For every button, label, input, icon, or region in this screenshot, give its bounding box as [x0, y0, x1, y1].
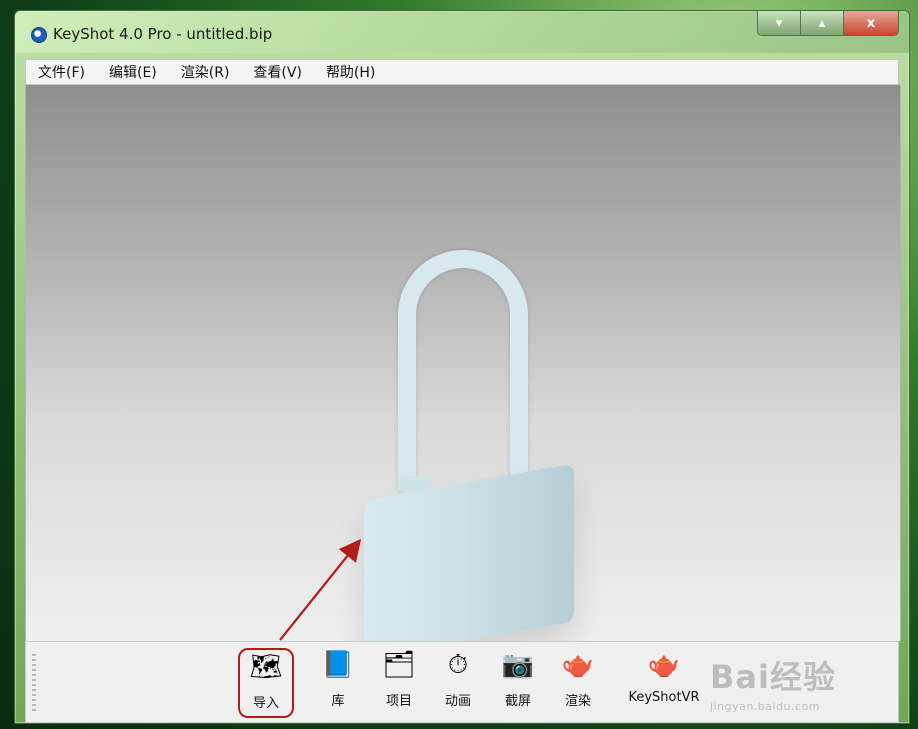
- toolbar-screenshot-label: 截屏: [504, 694, 531, 709]
- padlock-body: [364, 463, 574, 659]
- toolbar-library-button[interactable]: 📘 库: [310, 648, 366, 718]
- watermark-url-text: jingyan.baidu.com: [710, 700, 821, 713]
- app-window: KeyShot 4.0 Pro - untitled.bip ▾ ▴ x 文件(…: [14, 10, 910, 724]
- library-icon: 📘: [321, 650, 355, 680]
- toolbar-screenshot-button[interactable]: 📷 截屏: [490, 648, 546, 718]
- toolbar-project-button[interactable]: 🗂 项目: [371, 648, 427, 718]
- project-icon: 🗂: [382, 650, 416, 680]
- toolbar-animation-label: 动画: [444, 694, 471, 709]
- toolbar-keyshotvr-label: KeyShotVR: [628, 690, 700, 705]
- animation-icon: ⏱: [447, 649, 469, 680]
- menu-view[interactable]: 查看(V): [249, 60, 306, 84]
- keyshot-app-icon: [31, 27, 47, 43]
- toolbar-render-button[interactable]: 🫖 渲染: [550, 648, 606, 718]
- padlock-shackle: [398, 250, 528, 490]
- render-teapot-icon: 🫖: [561, 650, 595, 680]
- close-button[interactable]: x: [843, 11, 898, 35]
- watermark-main-text: Bai经验: [710, 658, 836, 696]
- title-bar[interactable]: KeyShot 4.0 Pro - untitled.bip ▾ ▴ x: [15, 11, 909, 53]
- import-icon: 🗺: [249, 652, 283, 682]
- maximize-button[interactable]: ▴: [800, 11, 843, 35]
- toolbar-grip[interactable]: [32, 654, 36, 712]
- window-controls: ▾ ▴ x: [757, 11, 899, 36]
- window-title: KeyShot 4.0 Pro - untitled.bip: [53, 25, 273, 43]
- toolbar-project-label: 项目: [385, 694, 412, 709]
- toolbar-render-label: 渲染: [564, 694, 591, 709]
- bottom-toolbar: 🗺 导入 📘 库 🗂 项目 ⏱ 动画 📷 截屏 🫖 渲染 🫖 KeyShotVR: [25, 641, 899, 723]
- screenshot-icon: 📷: [501, 650, 535, 680]
- minimize-button[interactable]: ▾: [758, 11, 800, 35]
- menu-file[interactable]: 文件(F): [34, 60, 89, 84]
- toolbar-library-label: 库: [331, 694, 345, 709]
- menu-help[interactable]: 帮助(H): [322, 60, 379, 84]
- menu-edit[interactable]: 编辑(E): [105, 60, 161, 84]
- toolbar-import-label: 导入: [252, 696, 279, 711]
- toolbar-keyshotvr-button[interactable]: 🫖 KeyShotVR: [618, 648, 710, 718]
- keyshotvr-icon: 🫖: [647, 650, 681, 680]
- toolbar-animation-button[interactable]: ⏱ 动画: [430, 648, 486, 718]
- render-viewport[interactable]: [25, 85, 901, 659]
- padlock-model: [364, 250, 614, 659]
- menu-render[interactable]: 渲染(R): [177, 60, 234, 84]
- menu-bar: 文件(F) 编辑(E) 渲染(R) 查看(V) 帮助(H): [25, 59, 899, 85]
- baidu-jingyan-watermark: Bai经验 jingyan.baidu.com: [710, 652, 880, 713]
- toolbar-import-button[interactable]: 🗺 导入: [238, 648, 294, 718]
